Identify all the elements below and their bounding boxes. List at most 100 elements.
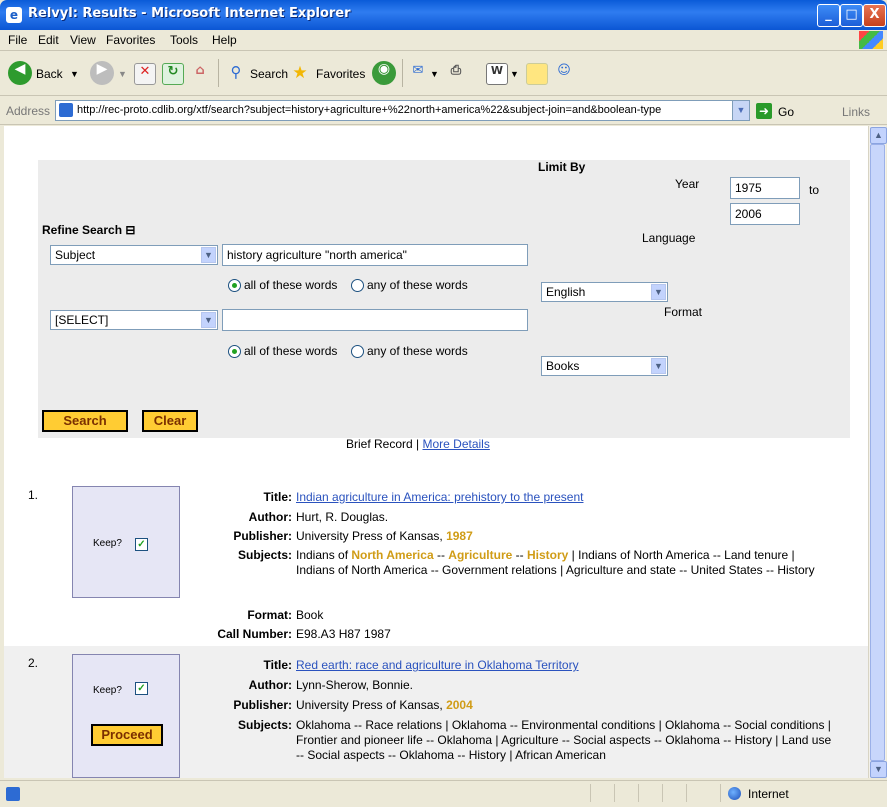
record-publisher: University Press of Kansas, 2004 xyxy=(296,698,836,713)
address-label: Address xyxy=(6,104,51,118)
refresh-icon[interactable]: ↻ xyxy=(162,63,184,85)
any-words-radio-2[interactable] xyxy=(351,345,364,358)
title-bar: e Relvyl: Results - Microsoft Internet E… xyxy=(0,0,887,30)
record-title-link[interactable]: Red earth: race and agriculture in Oklah… xyxy=(296,658,836,673)
scroll-thumb[interactable] xyxy=(870,144,885,761)
scroll-up-icon[interactable]: ▲ xyxy=(870,127,887,144)
all-words-label-2: all of these words xyxy=(244,344,338,358)
view-toggle: Brief Record | More Details xyxy=(346,437,490,451)
maximize-button[interactable]: □ xyxy=(840,4,863,27)
search-button[interactable]: Search xyxy=(42,410,128,432)
format-select-value: Books xyxy=(546,359,580,373)
back-button[interactable]: Back xyxy=(36,67,63,81)
record-call-number: E98.A3 H87 1987 xyxy=(296,627,391,641)
menu-file[interactable]: File xyxy=(8,33,27,47)
subject-text: Indians of xyxy=(296,548,352,562)
proceed-button[interactable]: Proceed xyxy=(91,724,163,746)
media-icon[interactable]: ◉ xyxy=(372,61,396,85)
menu-help[interactable]: Help xyxy=(212,33,237,47)
menu-tools[interactable]: Tools xyxy=(170,33,198,47)
status-divider xyxy=(686,784,687,802)
all-words-radio-2[interactable] xyxy=(228,345,241,358)
toolbar-separator xyxy=(402,59,403,87)
year-to-input[interactable]: 2006 xyxy=(730,203,800,225)
messenger-icon[interactable]: ☺ xyxy=(554,63,574,83)
year-from-input[interactable]: 1975 xyxy=(730,177,800,199)
forward-dropdown-icon[interactable]: ▼ xyxy=(118,69,127,79)
go-button[interactable]: Go xyxy=(778,105,794,119)
minimize-button[interactable]: _ xyxy=(817,4,840,27)
subject-highlight: North America xyxy=(351,548,434,562)
subject-highlight: History xyxy=(526,548,569,562)
status-divider xyxy=(638,784,639,802)
search-panel: Refine Search ⊟ Subject ▼ history agricu… xyxy=(38,160,850,438)
format-label: Format xyxy=(664,305,703,319)
search-icon[interactable]: ⚲ xyxy=(226,63,246,83)
record-title-link[interactable]: Indian agriculture in America: prehistor… xyxy=(296,490,836,505)
search-button[interactable]: Search xyxy=(250,67,288,81)
year-label: Year xyxy=(675,177,700,191)
address-input[interactable]: http://rec-proto.cdlib.org/xtf/search?su… xyxy=(55,100,750,121)
page-viewport: Refine Search ⊟ Subject ▼ history agricu… xyxy=(4,126,868,778)
ie-logo-icon: e xyxy=(6,7,22,23)
language-select[interactable]: English ▼ xyxy=(541,282,668,302)
all-words-radio-1[interactable] xyxy=(228,279,241,292)
close-button[interactable]: X xyxy=(863,4,886,27)
stop-icon[interactable]: ✕ xyxy=(134,63,156,85)
more-details-link[interactable]: More Details xyxy=(422,437,489,451)
subject-highlight: Agriculture xyxy=(448,548,513,562)
field-select-2-value: [SELECT] xyxy=(55,313,109,327)
address-url[interactable]: http://rec-proto.cdlib.org/xtf/search?su… xyxy=(77,104,727,116)
any-words-radio-1[interactable] xyxy=(351,279,364,292)
publisher-name: University Press of Kansas, xyxy=(296,698,447,712)
publisher-name: University Press of Kansas, xyxy=(296,529,447,543)
limit-by-heading: Limit By xyxy=(538,160,586,174)
status-divider xyxy=(662,784,663,802)
field-select-1[interactable]: Subject ▼ xyxy=(50,245,218,265)
back-dropdown-icon[interactable]: ▼ xyxy=(70,69,79,79)
print-icon[interactable]: ⎙ xyxy=(446,63,466,83)
result-record: 2. Keep? ✓ Proceed Title: Red earth: rac… xyxy=(4,646,868,778)
keep-checkbox[interactable]: ✓ xyxy=(135,682,148,695)
keep-label: Keep? xyxy=(93,538,122,549)
forward-arrow-icon[interactable]: ▶ xyxy=(90,61,114,85)
brief-record-label: Brief Record | xyxy=(346,437,423,451)
edit-dropdown-icon[interactable]: ▼ xyxy=(510,69,519,79)
scroll-down-icon[interactable]: ▼ xyxy=(870,761,887,778)
vertical-scrollbar[interactable]: ▲ ▼ xyxy=(868,126,887,778)
home-icon[interactable]: ⌂ xyxy=(190,63,210,83)
mail-dropdown-icon[interactable]: ▼ xyxy=(430,69,439,79)
language-select-value: English xyxy=(546,285,586,299)
field-select-2[interactable]: [SELECT] ▼ xyxy=(50,310,218,330)
call-number-label: Call Number: xyxy=(217,627,292,641)
query-input-2[interactable] xyxy=(222,309,528,331)
links-button[interactable]: Links xyxy=(842,105,870,119)
publication-year: 2004 xyxy=(446,698,473,712)
keep-checkbox[interactable]: ✓ xyxy=(135,538,148,551)
refine-search-label[interactable]: Refine Search ⊟ xyxy=(42,223,135,237)
status-divider xyxy=(720,784,721,802)
page-status-icon xyxy=(6,787,20,801)
clear-button[interactable]: Clear xyxy=(142,410,198,432)
menu-view[interactable]: View xyxy=(70,33,96,47)
security-zone: Internet xyxy=(748,787,789,801)
favorites-button[interactable]: Favorites xyxy=(316,67,365,81)
favorites-star-icon[interactable]: ★ xyxy=(290,63,310,83)
format-select[interactable]: Books ▼ xyxy=(541,356,668,376)
edit-word-icon[interactable]: W xyxy=(486,63,508,85)
menu-favorites[interactable]: Favorites xyxy=(106,33,155,47)
subjects-label: Subjects: xyxy=(237,548,292,562)
subjects-label: Subjects: xyxy=(237,718,292,732)
query-input-1[interactable]: history agriculture "north america" xyxy=(222,244,528,266)
chevron-down-icon: ▼ xyxy=(201,247,216,263)
all-words-label-1: all of these words xyxy=(244,278,338,292)
subject-separator: -- xyxy=(433,548,449,562)
address-dropdown-icon[interactable]: ▼ xyxy=(732,101,749,120)
menu-edit[interactable]: Edit xyxy=(38,33,59,47)
discuss-icon[interactable] xyxy=(526,63,548,85)
mail-icon[interactable]: ✉ xyxy=(408,63,428,83)
back-arrow-icon[interactable]: ◀ xyxy=(8,61,32,85)
go-arrow-icon[interactable]: ➜ xyxy=(756,103,772,119)
address-bar: Address http://rec-proto.cdlib.org/xtf/s… xyxy=(0,96,887,125)
window-title: Relvyl: Results - Microsoft Internet Exp… xyxy=(28,6,351,21)
